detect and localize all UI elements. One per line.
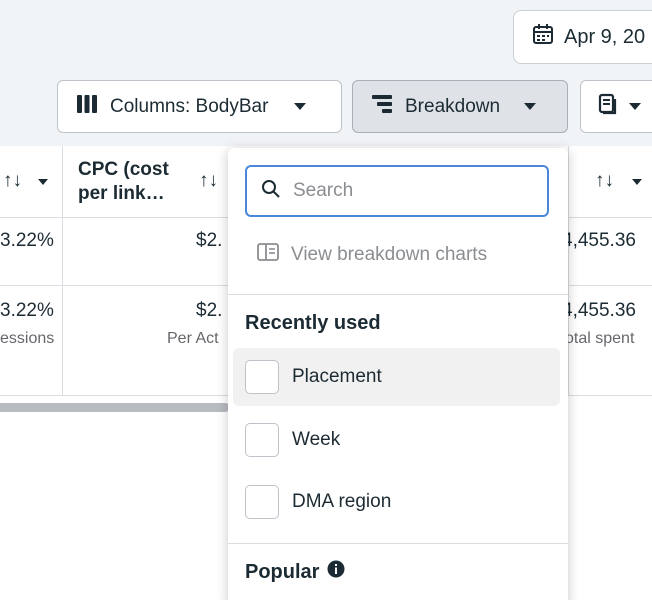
view-breakdown-charts-item[interactable]: View breakdown charts — [257, 243, 487, 267]
toolbar: Columns: BodyBar Breakdown — [0, 68, 652, 146]
horizontal-scrollbar[interactable] — [0, 403, 230, 412]
info-icon[interactable] — [327, 560, 345, 584]
chevron-down-icon — [294, 103, 307, 110]
divider — [228, 543, 568, 544]
calendar-icon — [532, 23, 554, 51]
table-cell-subtext: otal spent — [565, 330, 635, 347]
column-header-line: CPC (cost — [78, 159, 169, 180]
chevron-down-icon[interactable] — [632, 179, 642, 185]
table-cell: 4,455.36 — [562, 230, 636, 251]
sort-icon[interactable]: ↑↓ — [199, 170, 218, 192]
chevron-down-icon — [629, 103, 641, 110]
column-header-line: per link… — [78, 183, 165, 204]
breakdown-dropdown: View breakdown charts Recently used Plac… — [228, 148, 568, 600]
date-range-button[interactable]: Apr 9, 20 — [513, 10, 652, 64]
search-input[interactable] — [293, 180, 533, 202]
breakdown-label: Breakdown — [405, 95, 501, 117]
popular-heading: Popular — [245, 560, 345, 584]
divider — [228, 294, 568, 295]
view-breakdown-charts-label: View breakdown charts — [291, 244, 488, 265]
option-label: DMA region — [292, 491, 392, 512]
dma-region-checkbox[interactable] — [245, 485, 279, 519]
table-cell: $2. — [196, 300, 223, 321]
popular-heading-label: Popular — [245, 560, 320, 583]
breakdown-option-dma-region[interactable]: DMA region — [233, 473, 560, 531]
week-checkbox[interactable] — [245, 423, 279, 457]
placement-checkbox[interactable] — [245, 360, 279, 394]
columns-button[interactable]: Columns: BodyBar — [57, 80, 342, 133]
option-label: Placement — [292, 366, 382, 387]
table-cell: 3.22% — [0, 230, 54, 251]
chart-panel-icon — [257, 243, 279, 267]
breakdown-search-field[interactable] — [245, 165, 549, 217]
chevron-down-icon[interactable] — [38, 179, 48, 185]
table-cell: 4,455.36 — [562, 300, 636, 321]
search-icon — [261, 179, 281, 204]
breakdown-button[interactable]: Breakdown — [352, 80, 568, 133]
column-header-cpc[interactable]: CPC (cost per link… — [78, 158, 169, 206]
columns-label: Columns: BodyBar — [110, 95, 269, 117]
date-range-label: Apr 9, 20 — [564, 25, 646, 48]
chevron-down-icon — [524, 103, 537, 110]
breakdown-icon — [371, 94, 393, 120]
reports-icon — [597, 93, 619, 121]
table-cell: $2. — [196, 230, 223, 251]
option-label: Week — [292, 429, 341, 450]
sort-icon[interactable]: ↑↓ — [3, 170, 22, 192]
breakdown-option-week[interactable]: Week — [233, 411, 560, 469]
recently-used-heading: Recently used — [245, 312, 381, 334]
table-cell: 3.22% — [0, 300, 54, 321]
table-cell-subtext: Per Act — [167, 330, 219, 347]
table-cell-subtext: essions — [0, 330, 55, 347]
columns-icon — [76, 94, 98, 120]
top-bar: Apr 9, 20 — [0, 0, 652, 68]
sort-icon[interactable]: ↑↓ — [595, 170, 614, 192]
breakdown-option-placement[interactable]: Placement — [233, 348, 560, 406]
reports-button[interactable] — [580, 80, 652, 133]
